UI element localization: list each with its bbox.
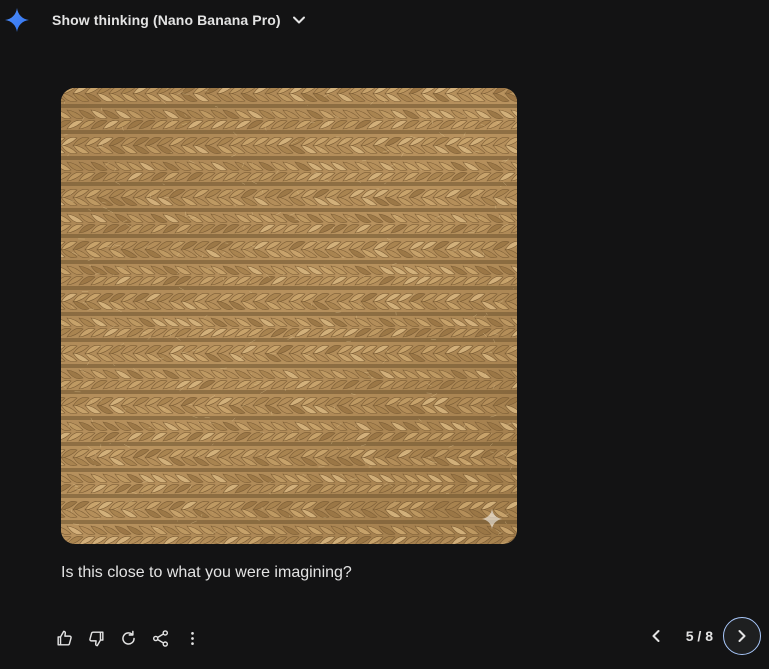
show-thinking-toggle[interactable]: Show thinking (Nano Banana Pro) — [44, 4, 317, 36]
regenerate-button[interactable] — [112, 624, 144, 652]
share-button[interactable] — [144, 624, 176, 652]
response-text: Is this close to what you were imagining… — [61, 564, 352, 581]
generated-image[interactable] — [61, 88, 517, 544]
response-actions — [48, 624, 208, 652]
thumbs-up-icon — [56, 630, 72, 646]
chevron-right-icon — [738, 630, 746, 642]
more-options-icon — [190, 631, 194, 645]
chevron-left-icon — [652, 630, 660, 642]
image-pager: 5 / 8 — [640, 617, 761, 655]
chevron-down-icon — [289, 10, 309, 30]
thumbs-up-button[interactable] — [48, 624, 80, 652]
next-image-button[interactable] — [723, 617, 761, 655]
regenerate-icon — [121, 630, 135, 645]
jute-texture-image — [61, 88, 517, 544]
show-thinking-label: Show thinking (Nano Banana Pro) — [52, 12, 281, 28]
thumbs-down-icon — [88, 630, 104, 646]
more-options-button[interactable] — [176, 624, 208, 652]
share-icon — [152, 629, 168, 647]
sparkle-watermark-icon — [481, 508, 503, 530]
previous-image-button[interactable] — [640, 618, 672, 654]
pager-count: 5 / 8 — [685, 628, 713, 644]
gemini-logo-icon — [5, 8, 29, 32]
thumbs-down-button[interactable] — [80, 624, 112, 652]
